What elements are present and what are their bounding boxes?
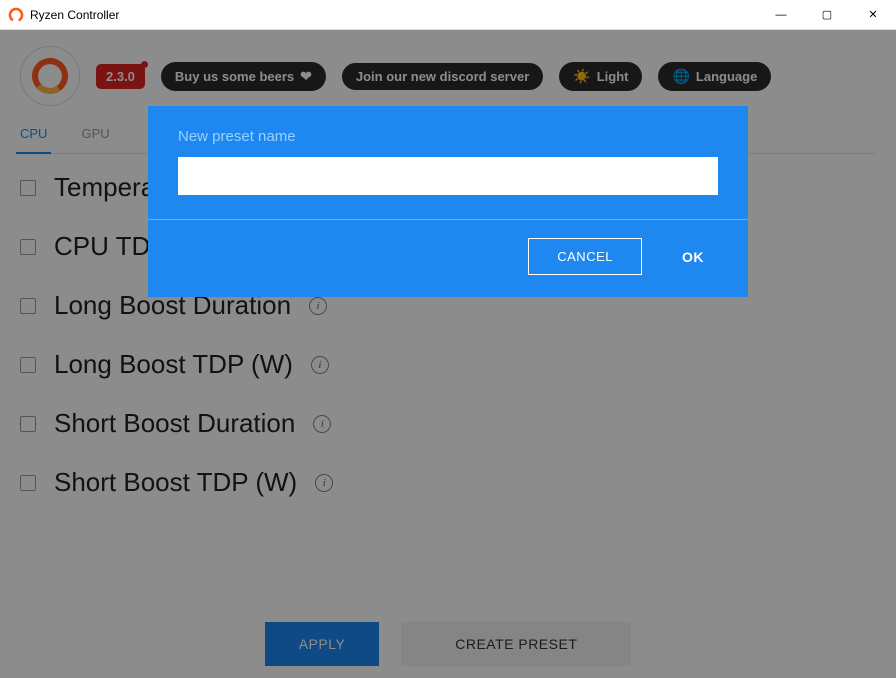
maximize-button[interactable]: ▢ (804, 0, 850, 29)
new-preset-modal: New preset name CANCEL OK (148, 106, 748, 297)
titlebar: Ryzen Controller — ▢ ✕ (0, 0, 896, 30)
minimize-button[interactable]: — (758, 0, 804, 29)
window-title: Ryzen Controller (30, 8, 119, 22)
close-button[interactable]: ✕ (850, 0, 896, 29)
cancel-button[interactable]: CANCEL (528, 238, 642, 275)
app-icon (8, 7, 24, 23)
modal-label: New preset name (178, 128, 718, 145)
preset-name-input[interactable] (178, 157, 718, 195)
window-controls: — ▢ ✕ (758, 0, 896, 29)
ok-button[interactable]: OK (668, 239, 718, 275)
modal-overlay: New preset name CANCEL OK (0, 30, 896, 678)
